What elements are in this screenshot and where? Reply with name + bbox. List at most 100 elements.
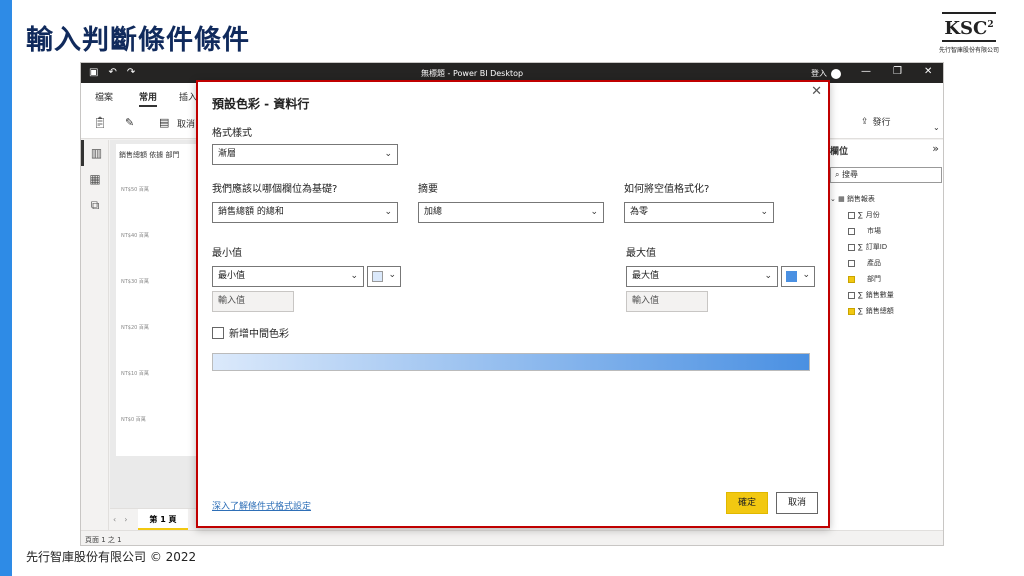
- min-type-select[interactable]: 最小值 ⌄: [212, 266, 364, 287]
- collapse-pane-icon[interactable]: »: [932, 142, 939, 155]
- y-axis-label: NT$0 百萬: [121, 417, 146, 423]
- chevron-down-icon: ⌄: [590, 207, 598, 217]
- field-checkbox[interactable]: [848, 307, 855, 315]
- data-view-icon[interactable]: ▦: [81, 166, 109, 192]
- summary-select[interactable]: 加總 ⌄: [418, 202, 604, 223]
- window-title: 無標題 - Power BI Desktop: [421, 69, 524, 78]
- slide-footer: 先行智庫股份有限公司 © 2022: [26, 550, 197, 564]
- status-bar: 頁面 1 之 1: [81, 530, 943, 545]
- login-label: 登入: [811, 69, 827, 78]
- page-tab-1[interactable]: 第 1 頁: [138, 509, 188, 531]
- ok-button[interactable]: 確定: [726, 492, 768, 514]
- max-value-input[interactable]: 輸入值: [626, 291, 708, 312]
- field-checkbox[interactable]: [848, 211, 855, 219]
- y-axis-label: NT$50 百萬: [121, 187, 149, 193]
- chevron-down-icon: ⌄: [764, 271, 772, 281]
- paste-icon[interactable]: 📋︎: [93, 116, 107, 129]
- fields-pane: 欄位 » ⌕ 搜尋 ⌄ ▦ 銷售報表 ∑ 月份 市場 ∑ 訂單ID 產品 部門 ∑ 銷…: [829, 140, 943, 530]
- field-item[interactable]: ∑ 月份: [848, 210, 880, 220]
- dialog-title: 預設色彩 - 資料行: [212, 97, 310, 111]
- sigma-icon: ∑: [858, 243, 863, 251]
- cancel-ribbon-icon[interactable]: ▤: [159, 116, 169, 129]
- field-item[interactable]: ∑ 銷售數量: [848, 290, 894, 300]
- y-axis-label: NT$10 百萬: [121, 371, 149, 377]
- learn-more-link[interactable]: 深入了解條件式格式設定: [212, 499, 311, 512]
- restore-icon[interactable]: ❐: [893, 66, 902, 77]
- publish-icon: ⇪: [861, 116, 869, 127]
- field-checkbox[interactable]: [848, 259, 855, 267]
- max-input-placeholder: 輸入值: [632, 296, 660, 306]
- min-label: 最小值: [212, 248, 242, 259]
- fields-header: 欄位: [830, 147, 849, 157]
- max-color-picker[interactable]: ⌄: [781, 266, 815, 287]
- slide-accent-bar: [0, 0, 12, 576]
- view-rail: ▥ ▦ ⧉: [81, 140, 109, 530]
- field-label: 月份: [865, 211, 880, 219]
- tab-insert[interactable]: 插入: [179, 90, 197, 103]
- min-type-value: 最小值: [218, 271, 246, 281]
- summary-value: 加總: [424, 207, 443, 217]
- tab-file[interactable]: 檔案: [95, 90, 113, 103]
- min-color-picker[interactable]: ⌄: [367, 266, 401, 287]
- tab-home[interactable]: 常用: [139, 90, 158, 107]
- chevron-down-icon: ⌄: [350, 271, 358, 281]
- y-axis-label: NT$30 百萬: [121, 279, 149, 285]
- redo-icon[interactable]: ↷: [127, 67, 135, 78]
- field-checkbox[interactable]: [848, 291, 855, 299]
- base-field-label: 我們應該以哪個欄位為基礎?: [212, 184, 338, 195]
- publish-label: 發行: [872, 118, 891, 128]
- slide-title: 輸入判斷條件條件: [26, 25, 250, 56]
- fields-search-input[interactable]: ⌕ 搜尋: [830, 167, 942, 183]
- page-status: 頁面 1 之 1: [85, 536, 122, 544]
- report-view-icon[interactable]: ▥: [81, 140, 109, 166]
- field-label: 銷售數量: [865, 291, 894, 299]
- save-icon[interactable]: ▣: [89, 67, 98, 78]
- quick-access-toolbar: ▣ ↶ ↷: [89, 67, 135, 78]
- format-style-select[interactable]: 漸層 ⌄: [212, 144, 398, 165]
- field-item[interactable]: 部門: [848, 274, 881, 284]
- close-icon[interactable]: ✕: [811, 84, 822, 99]
- base-field-select[interactable]: 銷售總額 的總和 ⌄: [212, 202, 398, 223]
- field-checkbox[interactable]: [848, 227, 855, 235]
- field-checkbox[interactable]: [848, 243, 855, 251]
- field-item[interactable]: ∑ 銷售總額: [848, 306, 894, 316]
- model-view-icon[interactable]: ⧉: [81, 192, 109, 218]
- format-style-label: 格式樣式: [212, 128, 252, 139]
- field-item[interactable]: ∑ 訂單ID: [848, 242, 887, 252]
- y-axis-label: NT$40 百萬: [121, 233, 149, 239]
- min-value-input[interactable]: 輸入值: [212, 291, 294, 312]
- format-painter-icon[interactable]: ✎: [125, 116, 134, 129]
- min-color-swatch: [372, 271, 383, 282]
- cancel-button[interactable]: 取消: [776, 492, 818, 514]
- field-label: 市場: [867, 227, 881, 235]
- base-field-value: 銷售總額 的總和: [218, 207, 284, 217]
- middle-color-option[interactable]: 新增中間色彩: [212, 325, 289, 340]
- empty-value-select[interactable]: 為零 ⌄: [624, 202, 774, 223]
- field-item[interactable]: 產品: [848, 258, 881, 268]
- undo-icon[interactable]: ↶: [108, 67, 116, 78]
- close-window-icon[interactable]: ✕: [924, 66, 932, 77]
- search-placeholder: 搜尋: [842, 170, 859, 179]
- ribbon-expand-icon[interactable]: ⌄: [933, 123, 940, 132]
- max-type-select[interactable]: 最大值 ⌄: [626, 266, 778, 287]
- publish-button[interactable]: ⇪ 發行: [861, 115, 891, 129]
- field-item[interactable]: 市場: [848, 226, 881, 236]
- field-label: 部門: [867, 275, 881, 283]
- max-color-swatch: [786, 271, 797, 282]
- page-nav-arrows[interactable]: ‹›: [113, 515, 135, 524]
- middle-color-checkbox[interactable]: [212, 326, 224, 339]
- login-button[interactable]: 登入: [811, 68, 841, 79]
- minimize-icon[interactable]: —: [861, 66, 871, 77]
- ribbon-cancel-label[interactable]: 取消: [177, 117, 195, 130]
- min-input-placeholder: 輸入值: [218, 296, 246, 306]
- chevron-down-icon: ⌄: [802, 270, 810, 280]
- field-checkbox[interactable]: [848, 275, 855, 283]
- y-axis-label: NT$20 百萬: [121, 325, 149, 331]
- chevron-down-icon: ⌄: [384, 207, 392, 217]
- table-node[interactable]: ⌄ ▦ 銷售報表: [830, 194, 875, 204]
- summary-label: 摘要: [418, 184, 438, 195]
- sigma-icon: ∑: [858, 211, 863, 219]
- empty-value-value: 為零: [630, 207, 649, 217]
- middle-color-label: 新增中間色彩: [229, 329, 289, 340]
- window-controls: — ❐ ✕: [861, 66, 932, 77]
